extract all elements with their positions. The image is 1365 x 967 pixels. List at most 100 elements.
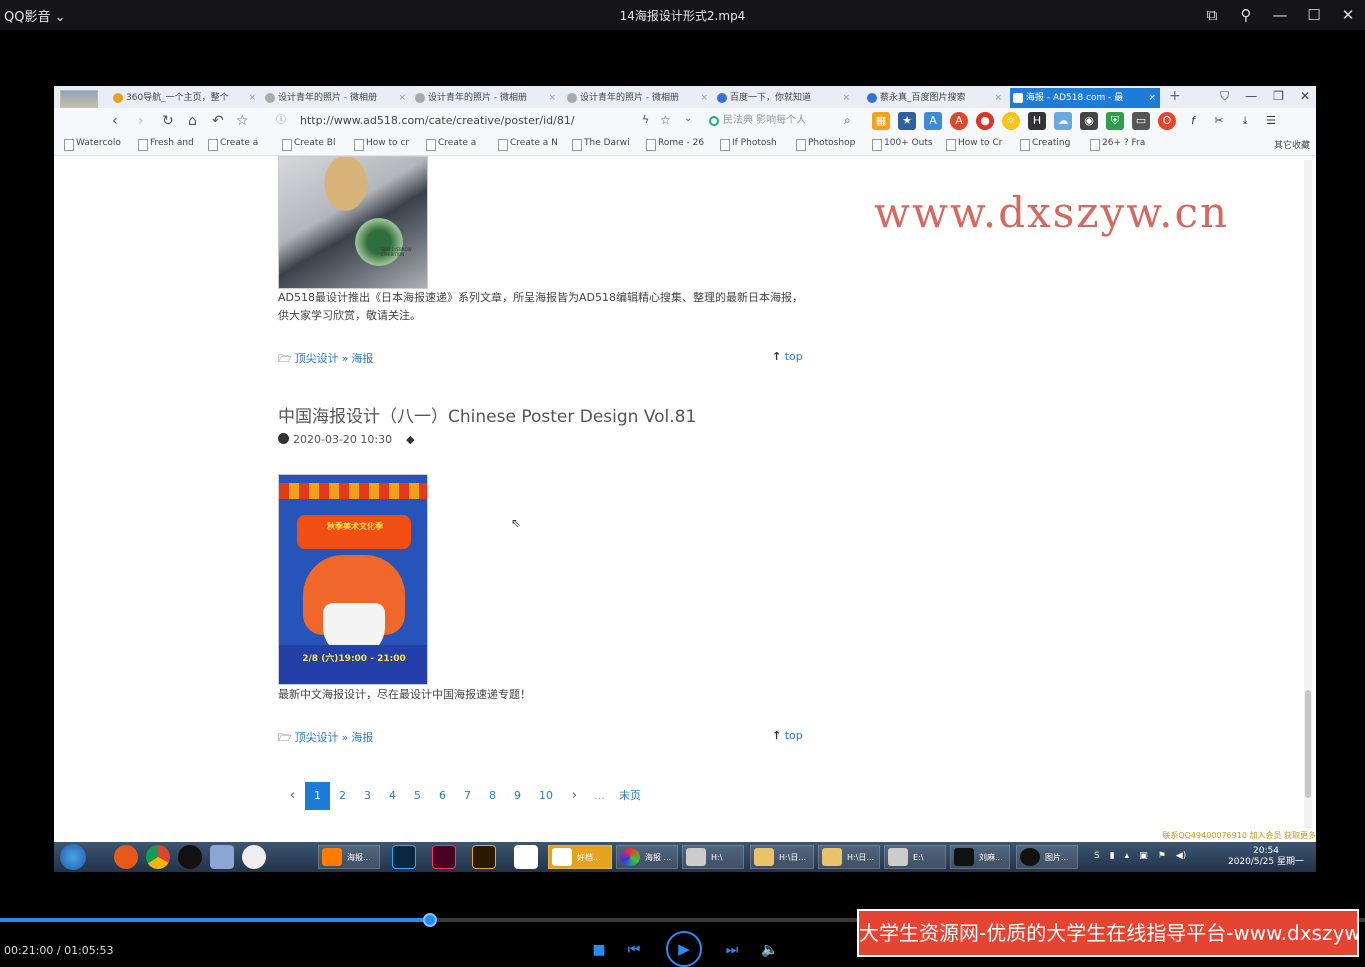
opera-icon[interactable]: O bbox=[1158, 112, 1176, 130]
other-bookmarks[interactable]: 其它收藏 bbox=[1274, 138, 1310, 151]
close-button[interactable]: ✕ bbox=[1331, 0, 1365, 30]
miniplayer-icon[interactable]: ⧉ bbox=[1195, 0, 1229, 30]
bookmark-item[interactable]: 100+ Outs bbox=[870, 138, 933, 151]
windows-start-icon[interactable] bbox=[60, 844, 86, 870]
previous-icon[interactable]: ⏮ bbox=[622, 938, 646, 962]
seek-handle[interactable] bbox=[423, 913, 437, 927]
post-image[interactable]: 秋季美术文化季 2/8 (六)19:00 - 21:00 bbox=[278, 474, 428, 685]
bookmark-item[interactable]: How to cr bbox=[352, 138, 409, 151]
app-icon[interactable] bbox=[514, 845, 538, 869]
bookmark-item[interactable]: Creating bbox=[1018, 138, 1070, 151]
new-tab-button[interactable]: + bbox=[1169, 88, 1181, 104]
bookmark-item[interactable]: Create Bl bbox=[280, 138, 335, 151]
star-icon[interactable]: ☆ bbox=[236, 113, 249, 129]
post-title[interactable]: 中国海报设计（八一）Chinese Poster Design Vol.81 bbox=[278, 402, 696, 427]
translate-icon[interactable]: A bbox=[924, 112, 942, 130]
reload-icon[interactable]: ↻ bbox=[162, 113, 174, 129]
tag-icon[interactable]: ◆ bbox=[406, 433, 414, 446]
taskbar-button[interactable]: H:\日... bbox=[818, 845, 880, 869]
taskbar-button[interactable]: 刘麻... bbox=[950, 845, 1010, 869]
last-page-button[interactable]: 末页 bbox=[612, 782, 648, 810]
favorites-icon[interactable]: ★ bbox=[898, 112, 916, 130]
home-icon[interactable]: ⌂ bbox=[188, 113, 197, 129]
bookmark-item[interactable]: The Darwi bbox=[570, 138, 630, 151]
bookmark-item[interactable]: Watercolo bbox=[62, 138, 121, 151]
apps-icon[interactable]: ▦ bbox=[872, 112, 890, 130]
top-link[interactable]: ↑ top bbox=[772, 350, 803, 363]
scissors-icon[interactable]: ✂ bbox=[1210, 112, 1228, 130]
app-icon[interactable] bbox=[242, 845, 266, 869]
function-icon[interactable]: f bbox=[1184, 112, 1202, 130]
bookmark-item[interactable]: Create a bbox=[206, 138, 258, 151]
record-icon[interactable]: ● bbox=[976, 112, 994, 130]
category-link[interactable]: 顶尖设计 bbox=[295, 731, 339, 744]
taskbar-button[interactable]: 好档... bbox=[548, 845, 612, 869]
search-input[interactable]: 民法典 影响每个人 bbox=[709, 112, 859, 130]
close-icon[interactable]: × bbox=[1148, 88, 1156, 108]
close-icon[interactable]: × bbox=[994, 88, 1002, 108]
taskbar-button[interactable]: 图片... bbox=[1016, 845, 1078, 869]
bookmark-item[interactable]: Create a N bbox=[496, 138, 558, 151]
stop-icon[interactable]: ■ bbox=[587, 938, 611, 962]
bookmark-item[interactable]: If Photosh bbox=[718, 138, 777, 151]
page-scrollbar[interactable] bbox=[1304, 160, 1312, 828]
bookmark-item[interactable]: Photoshop bbox=[794, 138, 855, 151]
taskbar-button[interactable]: 海报 ... bbox=[616, 845, 678, 869]
taskbar-clock[interactable]: 20:54 2020/5/25 星期一 bbox=[1228, 846, 1304, 868]
battery-icon[interactable]: ▮ bbox=[1110, 851, 1115, 861]
taskbar-button[interactable]: H:\日... bbox=[750, 845, 814, 869]
volume-icon[interactable]: 🔈 bbox=[758, 938, 782, 962]
chrome-icon[interactable] bbox=[146, 845, 170, 869]
category-link[interactable]: 顶尖设计 bbox=[295, 352, 339, 365]
taskbar-button[interactable]: H:\ bbox=[682, 845, 744, 869]
next-icon[interactable]: ⏭ bbox=[720, 938, 744, 962]
browser-tab[interactable]: 蔡永真_百度图片搜索 × bbox=[864, 88, 1006, 108]
browser-tab[interactable]: 百度一下，你就知道 × bbox=[714, 88, 854, 108]
close-icon[interactable]: × bbox=[248, 88, 256, 108]
page-button[interactable]: 8 bbox=[480, 782, 505, 810]
page-button[interactable]: 3 bbox=[355, 782, 380, 810]
prev-page-button[interactable]: ‹ bbox=[280, 782, 305, 810]
download-icon[interactable]: ⤓ bbox=[1236, 112, 1254, 130]
chevron-up-icon[interactable]: ▴ bbox=[1125, 851, 1130, 861]
back-icon[interactable]: ‹ bbox=[112, 113, 118, 129]
taskbar-button[interactable]: 海报... bbox=[318, 845, 380, 869]
network-icon[interactable]: ▣ bbox=[1139, 851, 1148, 861]
browser-tab-active[interactable]: 海报 - AD518.com - 最 × bbox=[1010, 88, 1160, 108]
browser-tab[interactable]: 设计青年的照片 - 微相册 × bbox=[262, 88, 410, 108]
sogou-icon[interactable]: S bbox=[1094, 851, 1100, 861]
lightbulb-icon[interactable]: ☼ bbox=[1002, 112, 1020, 130]
bookmark-star-icon[interactable]: ☆ bbox=[660, 113, 671, 127]
taskbar-button[interactable]: E:\ bbox=[884, 845, 946, 869]
close-icon[interactable]: × bbox=[700, 88, 708, 108]
app-icon[interactable] bbox=[114, 845, 138, 869]
chevron-down-icon[interactable]: ⌄ bbox=[684, 113, 692, 124]
browser-tab[interactable]: 360导航_一个主页，整个 × bbox=[110, 88, 260, 108]
page-button-current[interactable]: 1 bbox=[305, 782, 330, 810]
minimize-button[interactable]: — bbox=[1263, 0, 1297, 30]
bookmark-item[interactable]: How to Cr bbox=[944, 138, 1002, 151]
page-button[interactable]: 2 bbox=[330, 782, 355, 810]
bookmark-item[interactable]: 26+ ? Fra bbox=[1088, 138, 1145, 151]
close-icon[interactable]: × bbox=[842, 88, 850, 108]
top-link[interactable]: ↑ top bbox=[772, 729, 803, 742]
shield-icon[interactable]: ⛨ bbox=[1106, 112, 1124, 130]
bridge-icon[interactable] bbox=[472, 845, 496, 869]
security-icon[interactable]: ⚑ bbox=[1158, 851, 1166, 861]
minimize-icon[interactable]: — bbox=[1245, 89, 1257, 104]
app-icon[interactable] bbox=[210, 845, 234, 869]
maximize-button[interactable]: ☐ bbox=[1297, 0, 1331, 30]
pin-icon[interactable]: ⚲ bbox=[1229, 0, 1263, 30]
page-button[interactable]: 10 bbox=[530, 782, 562, 810]
qq-icon[interactable] bbox=[178, 845, 202, 869]
lightning-icon[interactable]: ϟ bbox=[642, 113, 649, 126]
screenshot-icon[interactable]: ◉ bbox=[1080, 112, 1098, 130]
next-page-button[interactable]: › bbox=[562, 782, 587, 810]
h-extension-icon[interactable]: H bbox=[1028, 112, 1046, 130]
address-bar[interactable]: ⓘ http://www.ad518.com/cate/creative/pos… bbox=[272, 112, 692, 130]
page-button[interactable]: 4 bbox=[380, 782, 405, 810]
page-button[interactable]: 9 bbox=[505, 782, 530, 810]
scrollbar-thumb[interactable] bbox=[1305, 690, 1311, 798]
indesign-icon[interactable] bbox=[432, 845, 456, 869]
app-menu-button[interactable]: QQ影音 ⌄ bbox=[4, 6, 66, 25]
